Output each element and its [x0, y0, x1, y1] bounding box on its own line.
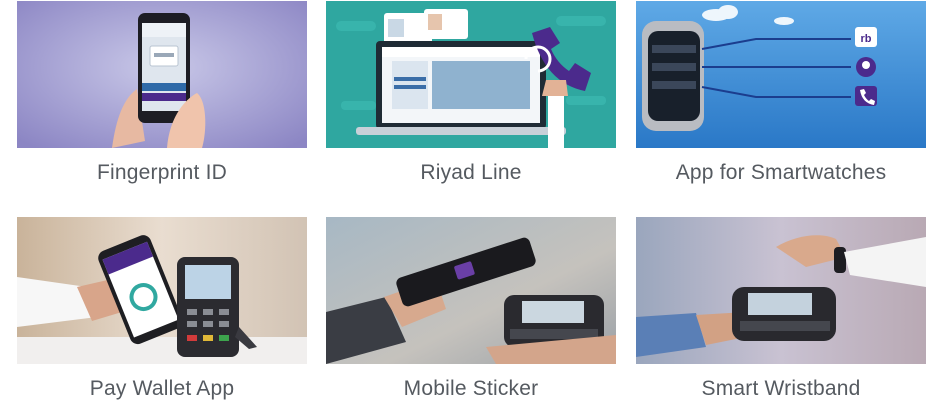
fingerprint-id-image[interactable]	[17, 1, 307, 148]
product-caption[interactable]: Fingerprint ID	[17, 161, 307, 185]
product-grid: Fingerprint ID Riyad Line rb App for Sma…	[0, 0, 928, 412]
smartwatch-app-image[interactable]: rb	[636, 1, 926, 148]
product-caption[interactable]: Riyad Line	[326, 161, 616, 185]
riyad-line-image[interactable]	[326, 1, 616, 148]
product-caption[interactable]: App for Smartwatches	[636, 161, 926, 185]
pay-wallet-app-image[interactable]	[17, 217, 307, 364]
mobile-sticker-image[interactable]	[326, 217, 616, 364]
svg-text:rb: rb	[861, 33, 872, 45]
product-caption[interactable]: Pay Wallet App	[17, 377, 307, 401]
product-caption[interactable]: Smart Wristband	[636, 377, 926, 401]
product-caption[interactable]: Mobile Sticker	[326, 377, 616, 401]
smart-wristband-image[interactable]	[636, 217, 926, 364]
